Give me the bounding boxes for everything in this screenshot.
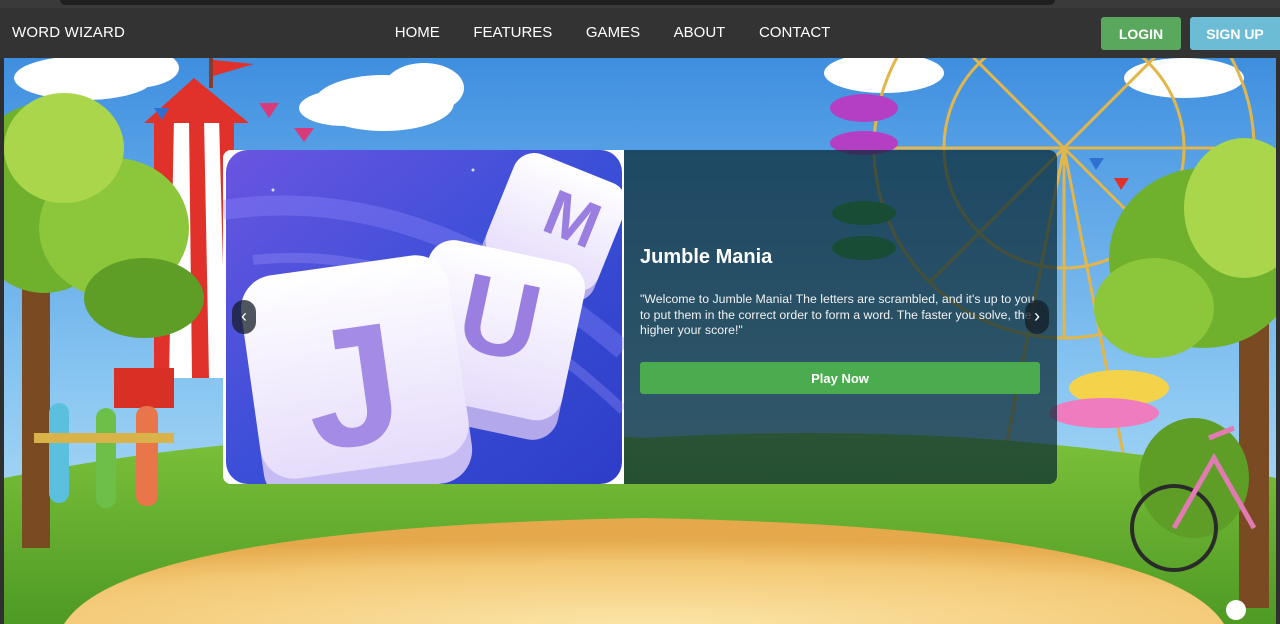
game-carousel: M U J Jumble Mania "Welcome to Jumble Ma…	[223, 150, 1057, 484]
game-description: "Welcome to Jumble Mania! The letters ar…	[640, 292, 1035, 337]
nav-about[interactable]: ABOUT	[657, 8, 742, 58]
brand-logo[interactable]: WORD WIZARD	[12, 24, 125, 41]
carousel-next-button[interactable]: ›	[1025, 300, 1049, 334]
nav-games[interactable]: GAMES	[569, 8, 657, 58]
nav-contact[interactable]: CONTACT	[742, 8, 847, 58]
nav-features[interactable]: FEATURES	[457, 8, 570, 58]
signup-button[interactable]: SIGN UP	[1190, 17, 1280, 50]
game-title: Jumble Mania	[640, 246, 773, 268]
browser-top-strip	[0, 0, 1280, 8]
slide-info-panel: Jumble Mania "Welcome to Jumble Mania! T…	[624, 150, 1057, 484]
navbar: WORD WIZARD HOME FEATURES GAMES ABOUT CO…	[0, 8, 1280, 58]
jumble-mania-artwork: M U J	[223, 150, 630, 484]
nav-links: HOME FEATURES GAMES ABOUT CONTACT	[378, 8, 847, 58]
jumble-tiles-illustration: M U J	[223, 150, 630, 484]
carousel-prev-button[interactable]: ‹	[232, 300, 256, 334]
play-now-button[interactable]: Play Now	[640, 362, 1040, 394]
browser-scrollbar	[60, 0, 1055, 5]
login-button[interactable]: LOGIN	[1101, 17, 1181, 50]
nav-home[interactable]: HOME	[378, 8, 457, 58]
